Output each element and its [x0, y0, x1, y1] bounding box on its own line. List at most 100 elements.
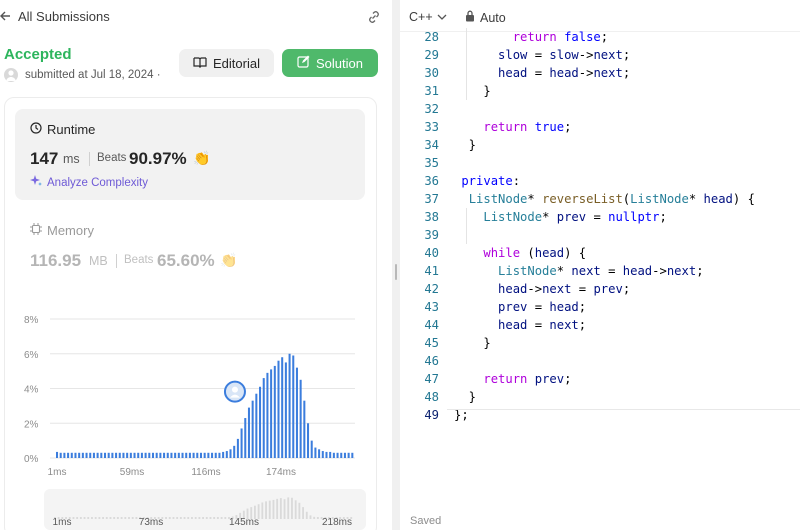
code-line[interactable]: 47 return prev; — [400, 370, 800, 388]
code-line[interactable]: 28 return false; — [400, 28, 800, 46]
chart-bar[interactable] — [321, 451, 324, 458]
chart-bar[interactable] — [107, 452, 110, 458]
language-select[interactable]: C++ — [409, 10, 447, 24]
chart-bar[interactable] — [92, 452, 95, 458]
chart-bar[interactable] — [251, 400, 254, 458]
chart-bar[interactable] — [284, 362, 287, 458]
chart-bar[interactable] — [151, 452, 155, 458]
chart-bar[interactable] — [310, 440, 313, 459]
chart-bar[interactable] — [144, 452, 147, 458]
chart-bar[interactable] — [273, 365, 276, 458]
chart-bar[interactable] — [292, 355, 295, 458]
chart-bar[interactable] — [270, 369, 273, 458]
chart-bar[interactable] — [140, 452, 143, 458]
chart-bar[interactable] — [177, 452, 180, 458]
chart-bar[interactable] — [247, 407, 250, 458]
chart-bar[interactable] — [118, 452, 121, 458]
solution-button[interactable]: Solution — [282, 49, 378, 77]
code-line[interactable]: 35 — [400, 154, 800, 172]
chart-bar[interactable] — [351, 452, 354, 458]
code-line[interactable]: 29 slow = slow->next; — [400, 46, 800, 64]
chart-bar[interactable] — [325, 451, 328, 458]
chart-bar[interactable] — [199, 452, 202, 458]
chart-bar[interactable] — [259, 386, 262, 458]
chart-bar[interactable] — [96, 452, 99, 458]
chart-bar[interactable] — [148, 452, 151, 458]
chart-bar[interactable] — [181, 452, 184, 458]
code-line[interactable]: 34 } — [400, 136, 800, 154]
chart-bar[interactable] — [163, 452, 166, 458]
memory-title[interactable]: Memory — [30, 223, 94, 238]
chart-bar[interactable] — [78, 452, 81, 458]
chart-bar[interactable] — [340, 452, 343, 458]
code-line[interactable]: 33 return true; — [400, 118, 800, 136]
analyze-complexity-button[interactable]: Analyze Complexity — [30, 175, 148, 190]
chart-bar[interactable] — [122, 452, 125, 458]
chart-bar[interactable] — [347, 452, 350, 458]
chart-bar[interactable] — [314, 447, 317, 458]
code-line[interactable]: 38 ListNode* prev = nullptr; — [400, 208, 800, 226]
all-submissions-link[interactable]: All Submissions — [18, 9, 110, 24]
chart-bar[interactable] — [111, 452, 114, 458]
code-line[interactable]: 44 head = next; — [400, 316, 800, 334]
chart-bar[interactable] — [303, 400, 306, 458]
chart-bar[interactable] — [222, 451, 225, 458]
chart-bar[interactable] — [225, 451, 228, 458]
chart-bar[interactable] — [196, 452, 199, 458]
chart-bar[interactable] — [262, 378, 265, 458]
chart-bar[interactable] — [299, 379, 302, 458]
chart-bar[interactable] — [288, 353, 291, 458]
chart-bar[interactable] — [244, 418, 247, 458]
chart-bar[interactable] — [81, 452, 84, 458]
code-line[interactable]: 45 } — [400, 334, 800, 352]
chart-bar[interactable] — [85, 452, 88, 458]
chart-bar[interactable] — [159, 452, 162, 458]
chart-bar[interactable] — [207, 452, 210, 458]
chart-bar[interactable] — [218, 452, 221, 458]
chart-bar[interactable] — [277, 360, 280, 458]
chart-bar[interactable] — [100, 452, 103, 458]
chart-bar[interactable] — [236, 438, 239, 458]
chart-bar[interactable] — [115, 452, 118, 458]
chart-bar[interactable] — [89, 452, 92, 458]
chart-bar[interactable] — [203, 452, 206, 458]
link-icon[interactable] — [366, 9, 382, 25]
chart-bar[interactable] — [126, 452, 129, 458]
chart-bar[interactable] — [307, 423, 310, 458]
chart-bar[interactable] — [214, 452, 217, 458]
chart-bar[interactable] — [188, 452, 191, 458]
chart-bar[interactable] — [137, 452, 140, 458]
chart-bar[interactable] — [166, 452, 169, 458]
chart-bar[interactable] — [67, 452, 70, 458]
auto-mode-toggle[interactable]: Auto — [465, 10, 506, 25]
chart-bar[interactable] — [155, 452, 158, 458]
chart-bar[interactable] — [332, 452, 335, 458]
chart-bar[interactable] — [192, 452, 195, 458]
code-line[interactable]: 42 head->next = prev; — [400, 280, 800, 298]
chart-bar[interactable] — [295, 367, 298, 458]
chart-bar[interactable] — [174, 452, 177, 458]
chart-bar[interactable] — [170, 452, 173, 458]
chart-bar[interactable] — [185, 452, 188, 458]
chart-bar[interactable] — [233, 445, 236, 458]
chart-bar[interactable] — [211, 452, 214, 458]
chart-bar[interactable] — [56, 451, 59, 458]
chart-bar[interactable] — [129, 452, 132, 458]
chart-bar[interactable] — [281, 357, 284, 458]
code-line[interactable]: 31 } — [400, 82, 800, 100]
code-line[interactable]: 32 — [400, 100, 800, 118]
chart-bar[interactable] — [240, 428, 243, 458]
chart-bar[interactable] — [59, 452, 62, 458]
chart-bar[interactable] — [229, 449, 232, 458]
chart-bar[interactable] — [343, 452, 346, 458]
resize-handle[interactable] — [395, 264, 397, 280]
code-line[interactable]: 30 head = head->next; — [400, 64, 800, 82]
chart-bar[interactable] — [74, 452, 77, 458]
chart-bar[interactable] — [255, 393, 258, 458]
chart-bar[interactable] — [266, 372, 269, 458]
chart-bar[interactable] — [63, 452, 66, 458]
runtime-distribution-chart[interactable]: 8% 6% 4% 2% 0% 1ms 59ms 116ms 174ms — [0, 305, 392, 480]
chart-bar[interactable] — [133, 452, 136, 458]
range-slider-chart[interactable]: 1ms 73ms 145ms 218ms — [44, 489, 366, 530]
code-line[interactable]: 48 } — [400, 388, 800, 406]
